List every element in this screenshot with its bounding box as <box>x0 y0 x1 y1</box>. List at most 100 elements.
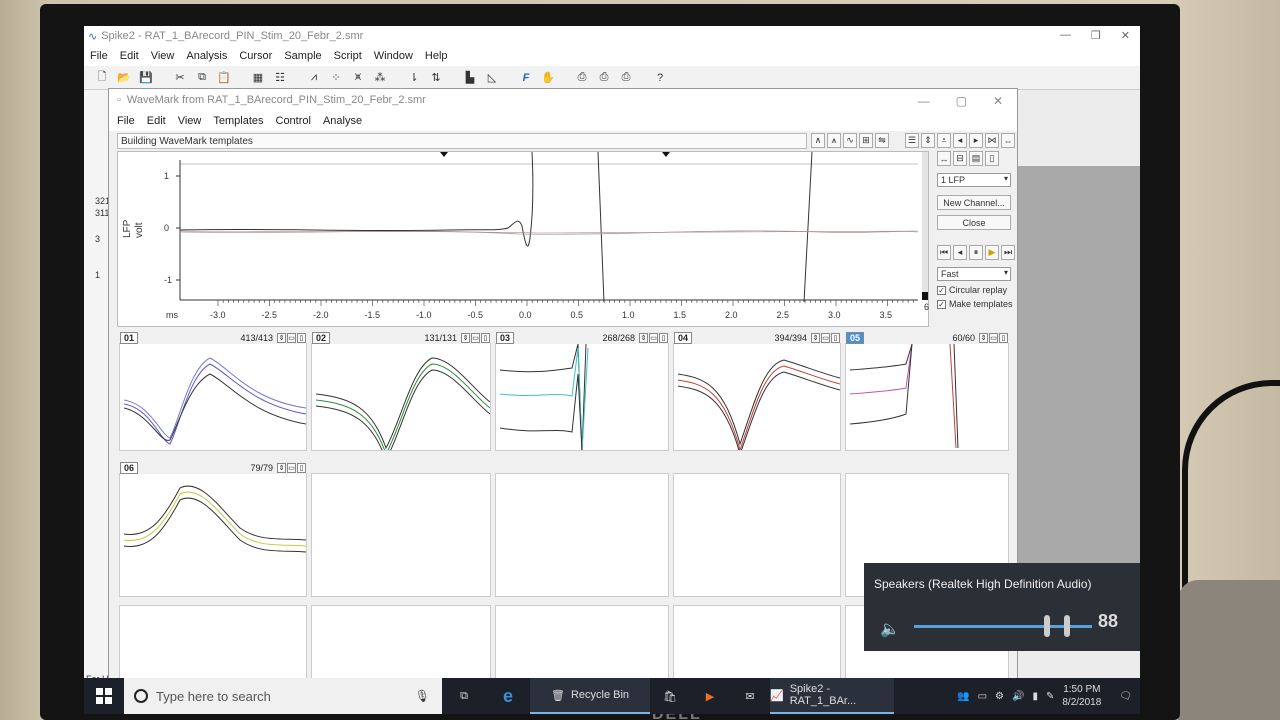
histogram-icon[interactable]: ▙ <box>462 70 478 86</box>
paste-icon[interactable]: 📋 <box>216 70 232 86</box>
template-lock-icon[interactable]: ▭ <box>287 333 296 343</box>
channel-select[interactable]: 1 LFP ▾ <box>937 173 1011 187</box>
close-icon[interactable]: ✕ <box>1121 29 1130 42</box>
main-menu-view[interactable]: View <box>151 50 175 62</box>
step-back-icon[interactable]: ◂ <box>953 245 967 260</box>
template-number[interactable]: 01 <box>120 332 139 344</box>
analysis-icon[interactable]: ⩙ <box>350 70 366 86</box>
template-number[interactable]: 03 <box>496 332 515 344</box>
cut-icon[interactable]: ✂ <box>172 70 188 86</box>
trigger-marker-right[interactable] <box>662 152 670 157</box>
template-lock-icon[interactable]: ▭ <box>649 333 658 343</box>
wm-menu-analyse[interactable]: Analyse <box>323 115 362 127</box>
task-view-icon[interactable]: ⧉ <box>442 678 486 714</box>
new-channel-button[interactable]: New Channel... <box>937 195 1011 210</box>
check-icon[interactable]: ✓ <box>937 299 946 309</box>
tool-spin-icon[interactable]: ⇕ <box>921 133 935 148</box>
template-number[interactable]: 06 <box>120 462 139 474</box>
start-button[interactable] <box>84 678 124 714</box>
template-delete-icon[interactable]: ▯ <box>297 463 306 473</box>
main-menu-analysis[interactable]: Analysis <box>186 50 227 62</box>
waveform-plot[interactable]: LFP volt 1 0 -1 -3.0 -2.5 -2.0 -1.5 -1.0 -0.5 0.… <box>117 151 929 327</box>
template-number[interactable]: 02 <box>312 332 331 344</box>
template-cell[interactable] <box>495 473 669 597</box>
mail-icon[interactable]: ✉ <box>730 678 770 714</box>
template-spin-icon[interactable]: ⇕ <box>277 463 286 473</box>
battery-icon[interactable]: ▮ <box>1032 691 1038 702</box>
template-delete-icon[interactable]: ▯ <box>481 333 490 343</box>
wm-minimize-icon[interactable]: — <box>918 94 930 108</box>
template-cell[interactable] <box>311 473 491 597</box>
wave-filter-icon[interactable]: ∿ <box>843 133 857 148</box>
template-spin-icon[interactable]: ⇕ <box>979 333 988 343</box>
template-number[interactable]: 04 <box>674 332 693 344</box>
taskbar-spike2[interactable]: 📈 Spike2 - RAT_1_BAr... <box>770 678 894 714</box>
tray-app-icon[interactable]: ⚙ <box>995 691 1004 702</box>
taskbar-recycle-bin[interactable]: 🗑 Recycle Bin <box>530 678 650 714</box>
wm-menu-view[interactable]: View <box>178 115 202 127</box>
wave-shape-icon[interactable]: ∧ <box>811 133 825 148</box>
volume-slider-thumb-2[interactable] <box>1064 615 1070 637</box>
chevron-down-icon[interactable]: ▾ <box>1004 268 1008 277</box>
rewind-icon[interactable]: ⏮ <box>937 245 951 260</box>
template-spin-icon[interactable]: ⇕ <box>639 333 648 343</box>
cursors-icon[interactable]: ⇅ <box>428 70 444 86</box>
help-icon[interactable]: ? <box>652 70 668 86</box>
media-player-icon[interactable]: ▶ <box>690 678 730 714</box>
wm-menu-file[interactable]: File <box>117 115 135 127</box>
main-menu-cursor[interactable]: Cursor <box>239 50 272 62</box>
wm-close-icon[interactable]: ✕ <box>993 94 1003 108</box>
speaker-icon[interactable]: 🔈 <box>880 619 900 639</box>
microphone-icon[interactable]: 🎙 <box>415 689 430 703</box>
template-cell[interactable] <box>673 473 841 597</box>
wave-overlay-icon[interactable]: ⩚ <box>827 133 841 148</box>
template-spin-icon[interactable]: ⇕ <box>811 333 820 343</box>
new-file-icon[interactable]: 🗋 <box>94 70 110 86</box>
wm-menu-templates[interactable]: Templates <box>213 115 263 127</box>
close-button[interactable]: Close <box>937 215 1011 230</box>
tool-sort-icon[interactable]: ⩡ <box>937 133 951 148</box>
grid-icon[interactable]: ▦ <box>250 70 266 86</box>
template-cell[interactable]: 03 268/268 ⇕ ▭ ▯ <box>495 332 669 453</box>
check-icon[interactable]: ✓ <box>937 285 946 295</box>
template-delete-icon[interactable]: ▯ <box>831 333 840 343</box>
threshold-line-2[interactable] <box>803 152 813 303</box>
print-preview-icon[interactable]: ⎙ <box>596 70 612 86</box>
clock[interactable]: 1:50 PM 8/2/2018 <box>1062 683 1101 709</box>
template-cell[interactable]: 01 413/413 ⇕ ▭ ▯ <box>119 332 307 451</box>
taskbar-search[interactable]: Type here to search 🎙 <box>124 678 442 714</box>
people-icon[interactable]: 👥 <box>957 691 969 702</box>
channels-icon[interactable]: ☷ <box>272 70 288 86</box>
edge-icon[interactable]: e <box>486 678 530 714</box>
template-lock-icon[interactable]: ▭ <box>989 333 998 343</box>
template-lock-icon[interactable]: ▭ <box>821 333 830 343</box>
ctrl-b-icon[interactable]: ⊟ <box>953 151 967 166</box>
plot-scroll-thumb[interactable] <box>922 292 928 300</box>
wm-menu-control[interactable]: Control <box>276 115 311 127</box>
chevron-down-icon[interactable]: ▾ <box>1004 174 1008 183</box>
main-menu-file[interactable]: File <box>90 50 108 62</box>
main-menu-sample[interactable]: Sample <box>284 50 321 62</box>
threshold-line-1[interactable] <box>597 152 605 303</box>
save-icon[interactable]: 💾 <box>138 70 154 86</box>
play-icon[interactable]: ▶ <box>985 245 999 260</box>
hand-icon[interactable]: ✋ <box>540 70 556 86</box>
plot-scrollbar[interactable] <box>922 152 928 300</box>
wm-maximize-icon[interactable]: ▢ <box>956 94 967 108</box>
tool-left-icon[interactable]: ◂ <box>953 133 967 148</box>
trigger-marker-left[interactable] <box>440 152 448 157</box>
template-delete-icon[interactable]: ▯ <box>999 333 1008 343</box>
wave-settings-icon[interactable]: ⇋ <box>875 133 889 148</box>
ctrl-c-icon[interactable]: ▤ <box>969 151 983 166</box>
template-spin-icon[interactable]: ⇕ <box>461 333 470 343</box>
template-lock-icon[interactable]: ▭ <box>287 463 296 473</box>
cluster-icon[interactable]: ⁂ <box>372 70 388 86</box>
template-cell[interactable]: 02 131/131 ⇕ ▭ ▯ <box>311 332 491 462</box>
template-cell[interactable]: 04 394/394 ⇕ ▭ ▯ <box>673 332 841 456</box>
network-icon[interactable]: ▭ <box>978 691 987 702</box>
tool-expand-icon[interactable]: ⇔ <box>1001 133 1015 148</box>
template-spin-icon[interactable]: ⇕ <box>277 333 286 343</box>
end-icon[interactable]: ⏭ <box>1001 245 1015 260</box>
print-setup-icon[interactable]: ⎙ <box>618 70 634 86</box>
spike-icon[interactable]: ⩘ <box>306 70 322 86</box>
